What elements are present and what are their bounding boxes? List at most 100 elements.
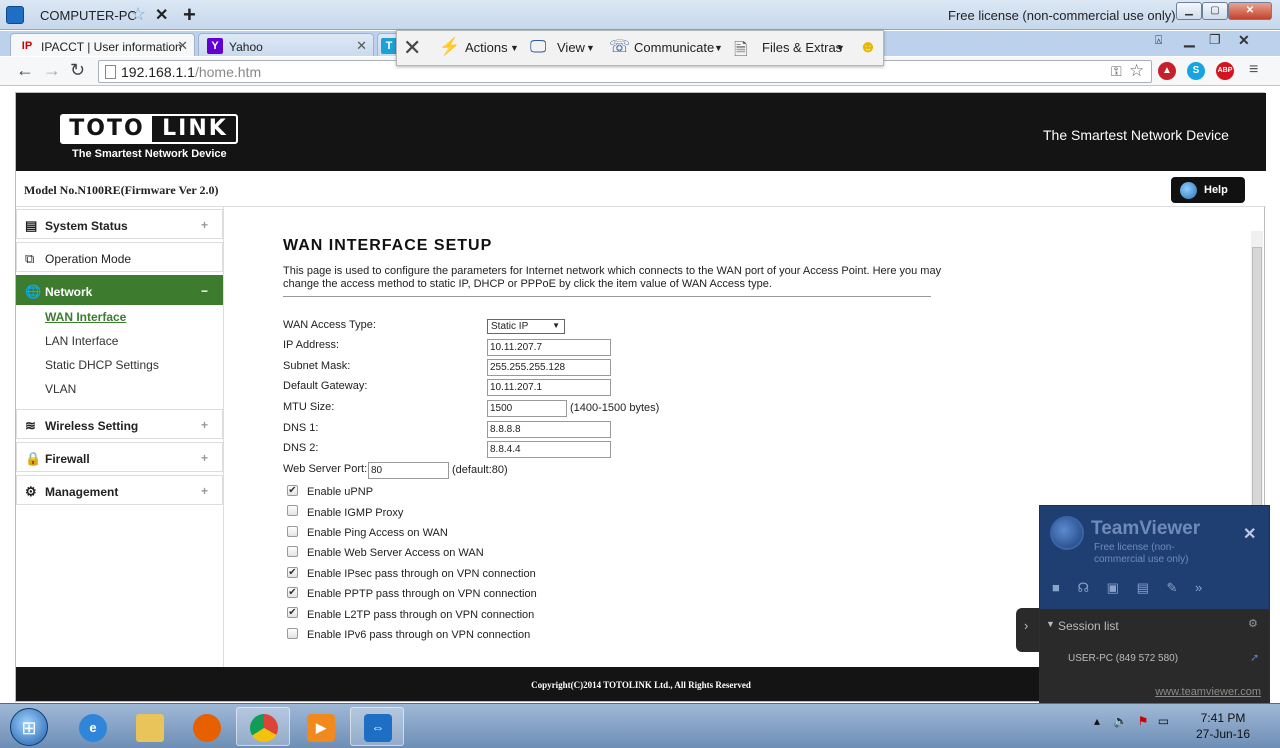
actions-menu[interactable]: Actions	[465, 40, 508, 55]
mask-field[interactable]: 255.255.255.128	[487, 359, 611, 376]
scrollbar-thumb[interactable]	[1252, 247, 1262, 507]
igmp-label: Enable IGMP Proxy	[307, 507, 404, 519]
bookmark-star-icon[interactable]: ☆	[1129, 61, 1144, 81]
session-row[interactable]: USER-PC (849 572 580)	[1068, 653, 1178, 664]
close-button[interactable]: ✕	[1228, 2, 1272, 20]
chrome-icon	[250, 714, 278, 742]
sidebar-item-operation-mode[interactable]: ⧉ Operation Mode	[16, 242, 223, 272]
system-tray: ▴ 🔈 ⚑ ▭	[1094, 714, 1169, 728]
tab-ipacct[interactable]: IP IPACCT | User information ✕	[10, 33, 195, 56]
upnp-checkbox[interactable]: ✔	[287, 485, 298, 496]
sidebar-item-label: Management	[45, 485, 119, 499]
back-icon[interactable]: ←	[16, 60, 34, 81]
port-field[interactable]: 80	[368, 462, 449, 479]
taskbar-firefox[interactable]	[179, 707, 233, 746]
chat-icon[interactable]: ▣	[1107, 580, 1119, 595]
l2tp-checkbox[interactable]: ✔	[287, 607, 298, 618]
mtu-label: MTU Size:	[283, 401, 335, 413]
view-menu[interactable]: View	[557, 40, 585, 55]
files-icon[interactable]: ▤	[1137, 580, 1149, 595]
ipv6-checkbox[interactable]	[287, 628, 298, 639]
network-icon[interactable]: ▭	[1158, 714, 1169, 728]
teamviewer-link[interactable]: www.teamviewer.com	[1040, 683, 1269, 703]
sidebar-sub-vlan[interactable]: VLAN	[45, 382, 76, 396]
communicate-menu[interactable]: Communicate	[634, 40, 714, 55]
sidebar-item-label: Firewall	[45, 452, 90, 466]
sidebar-item-management[interactable]: ⚙ Management +	[16, 475, 223, 505]
sidebar-sub-lan-interface[interactable]: LAN Interface	[45, 334, 118, 348]
access-type-select[interactable]: Static IP ▼	[487, 319, 565, 334]
remote-title-bar: COMPUTER-PC ☆ ✕ + Free license (non-comm…	[0, 0, 1280, 30]
dns2-field[interactable]: 8.8.4.4	[487, 441, 611, 458]
minimize-button[interactable]: ▁	[1176, 2, 1202, 20]
close-tab-icon[interactable]: ✕	[155, 5, 168, 25]
show-hidden-icon[interactable]: ▴	[1094, 714, 1100, 728]
sidebar-item-label: Wireless Setting	[45, 419, 139, 433]
media-player-icon: ▶	[307, 714, 335, 742]
tab-yahoo[interactable]: Y Yahoo ✕	[198, 33, 374, 56]
smiley-icon[interactable]: ☻	[859, 37, 877, 57]
sidebar-item-network[interactable]: 🌐 Network −	[16, 275, 223, 305]
close-tab-icon[interactable]: ✕	[356, 38, 367, 54]
tools-icon[interactable]: ✎	[1167, 580, 1178, 595]
pptp-checkbox[interactable]: ✔	[287, 587, 298, 598]
clock[interactable]: 7:41 PM 27-Jun-16	[1196, 710, 1250, 742]
user-icon[interactable]: ⍓	[1155, 33, 1162, 48]
taskbar-media-player[interactable]: ▶	[293, 707, 347, 746]
files-extras-menu[interactable]: Files & Extras	[762, 40, 842, 55]
plus-icon: +	[200, 451, 208, 465]
mask-label: Subnet Mask:	[283, 360, 351, 372]
taskbar-ie[interactable]: e	[65, 707, 119, 746]
start-button[interactable]: ⊞	[10, 708, 48, 746]
close-icon[interactable]: ✕	[1243, 524, 1256, 544]
maximize-button[interactable]: ▢	[1202, 2, 1228, 20]
teamviewer-app-icon	[6, 6, 24, 24]
collapse-icon[interactable]: ▼	[1046, 619, 1055, 629]
menu-icon[interactable]: ≡	[1249, 61, 1258, 79]
teamviewer-name: TeamViewer	[1091, 518, 1201, 539]
ipsec-checkbox[interactable]: ✔	[287, 567, 298, 578]
video-icon[interactable]: ■	[1052, 580, 1060, 595]
adblock-icon[interactable]: ABP	[1216, 62, 1234, 80]
url-text[interactable]: 192.168.1.1/home.htm	[121, 64, 261, 80]
gear-icon[interactable]: ⚙	[1248, 617, 1258, 630]
sidebar-sub-static-dhcp[interactable]: Static DHCP Settings	[45, 358, 159, 372]
taskbar-explorer[interactable]	[122, 707, 176, 746]
close-toolbar-icon[interactable]: ✕	[403, 35, 421, 61]
more-icon[interactable]: »	[1195, 580, 1202, 595]
network-warning-icon[interactable]: ⚑	[1138, 714, 1149, 728]
igmp-checkbox[interactable]	[287, 505, 298, 516]
communicate-icon: ☏	[609, 37, 631, 56]
mtu-field[interactable]: 1500	[487, 400, 567, 417]
dns1-field[interactable]: 8.8.8.8	[487, 421, 611, 438]
skype-icon[interactable]: S	[1187, 62, 1205, 80]
ip-label: IP Address:	[283, 339, 340, 351]
extension-icon[interactable]: ▲	[1158, 62, 1176, 80]
minimize-icon[interactable]: ▁	[1184, 31, 1195, 48]
close-window-icon[interactable]: ✕	[1238, 32, 1250, 49]
session-panel-toggle[interactable]: ›	[1016, 608, 1040, 652]
sidebar-sub-wan-interface[interactable]: WAN Interface	[45, 310, 126, 324]
taskbar-chrome[interactable]	[236, 707, 290, 746]
ping-checkbox[interactable]	[287, 526, 298, 537]
ip-field[interactable]: 10.11.207.7	[487, 339, 611, 356]
sidebar: ▤ System Status + ⧉ Operation Mode 🌐 Net…	[16, 207, 224, 667]
key-icon[interactable]: ⚿	[1111, 63, 1122, 80]
volume-icon[interactable]: 🔈	[1113, 714, 1128, 728]
star-icon[interactable]: ☆	[130, 4, 146, 25]
gateway-field[interactable]: 10.11.207.1	[487, 379, 611, 396]
sidebar-item-system-status[interactable]: ▤ System Status +	[16, 209, 223, 239]
logo-toto: TOTO	[62, 116, 152, 142]
add-tab-icon[interactable]: +	[183, 2, 196, 28]
webserver-checkbox[interactable]	[287, 546, 298, 557]
sidebar-item-firewall[interactable]: 🔒 Firewall +	[16, 442, 223, 472]
taskbar-teamviewer[interactable]: ⇔	[350, 707, 404, 746]
help-button[interactable]: Help	[1171, 177, 1245, 203]
forward-icon[interactable]: →	[43, 60, 61, 81]
headset-icon[interactable]: ☊	[1077, 580, 1089, 595]
sidebar-item-wireless[interactable]: ≋ Wireless Setting +	[16, 409, 223, 439]
restore-icon[interactable]: ❐	[1209, 32, 1221, 48]
close-tab-icon[interactable]: ✕	[177, 38, 188, 54]
reload-icon[interactable]: ↻	[70, 60, 85, 81]
taskbar: ⊞ e ▶ ⇔ ▴ 🔈 ⚑ ▭ 7:41 PM 27-Jun-16	[0, 703, 1280, 748]
